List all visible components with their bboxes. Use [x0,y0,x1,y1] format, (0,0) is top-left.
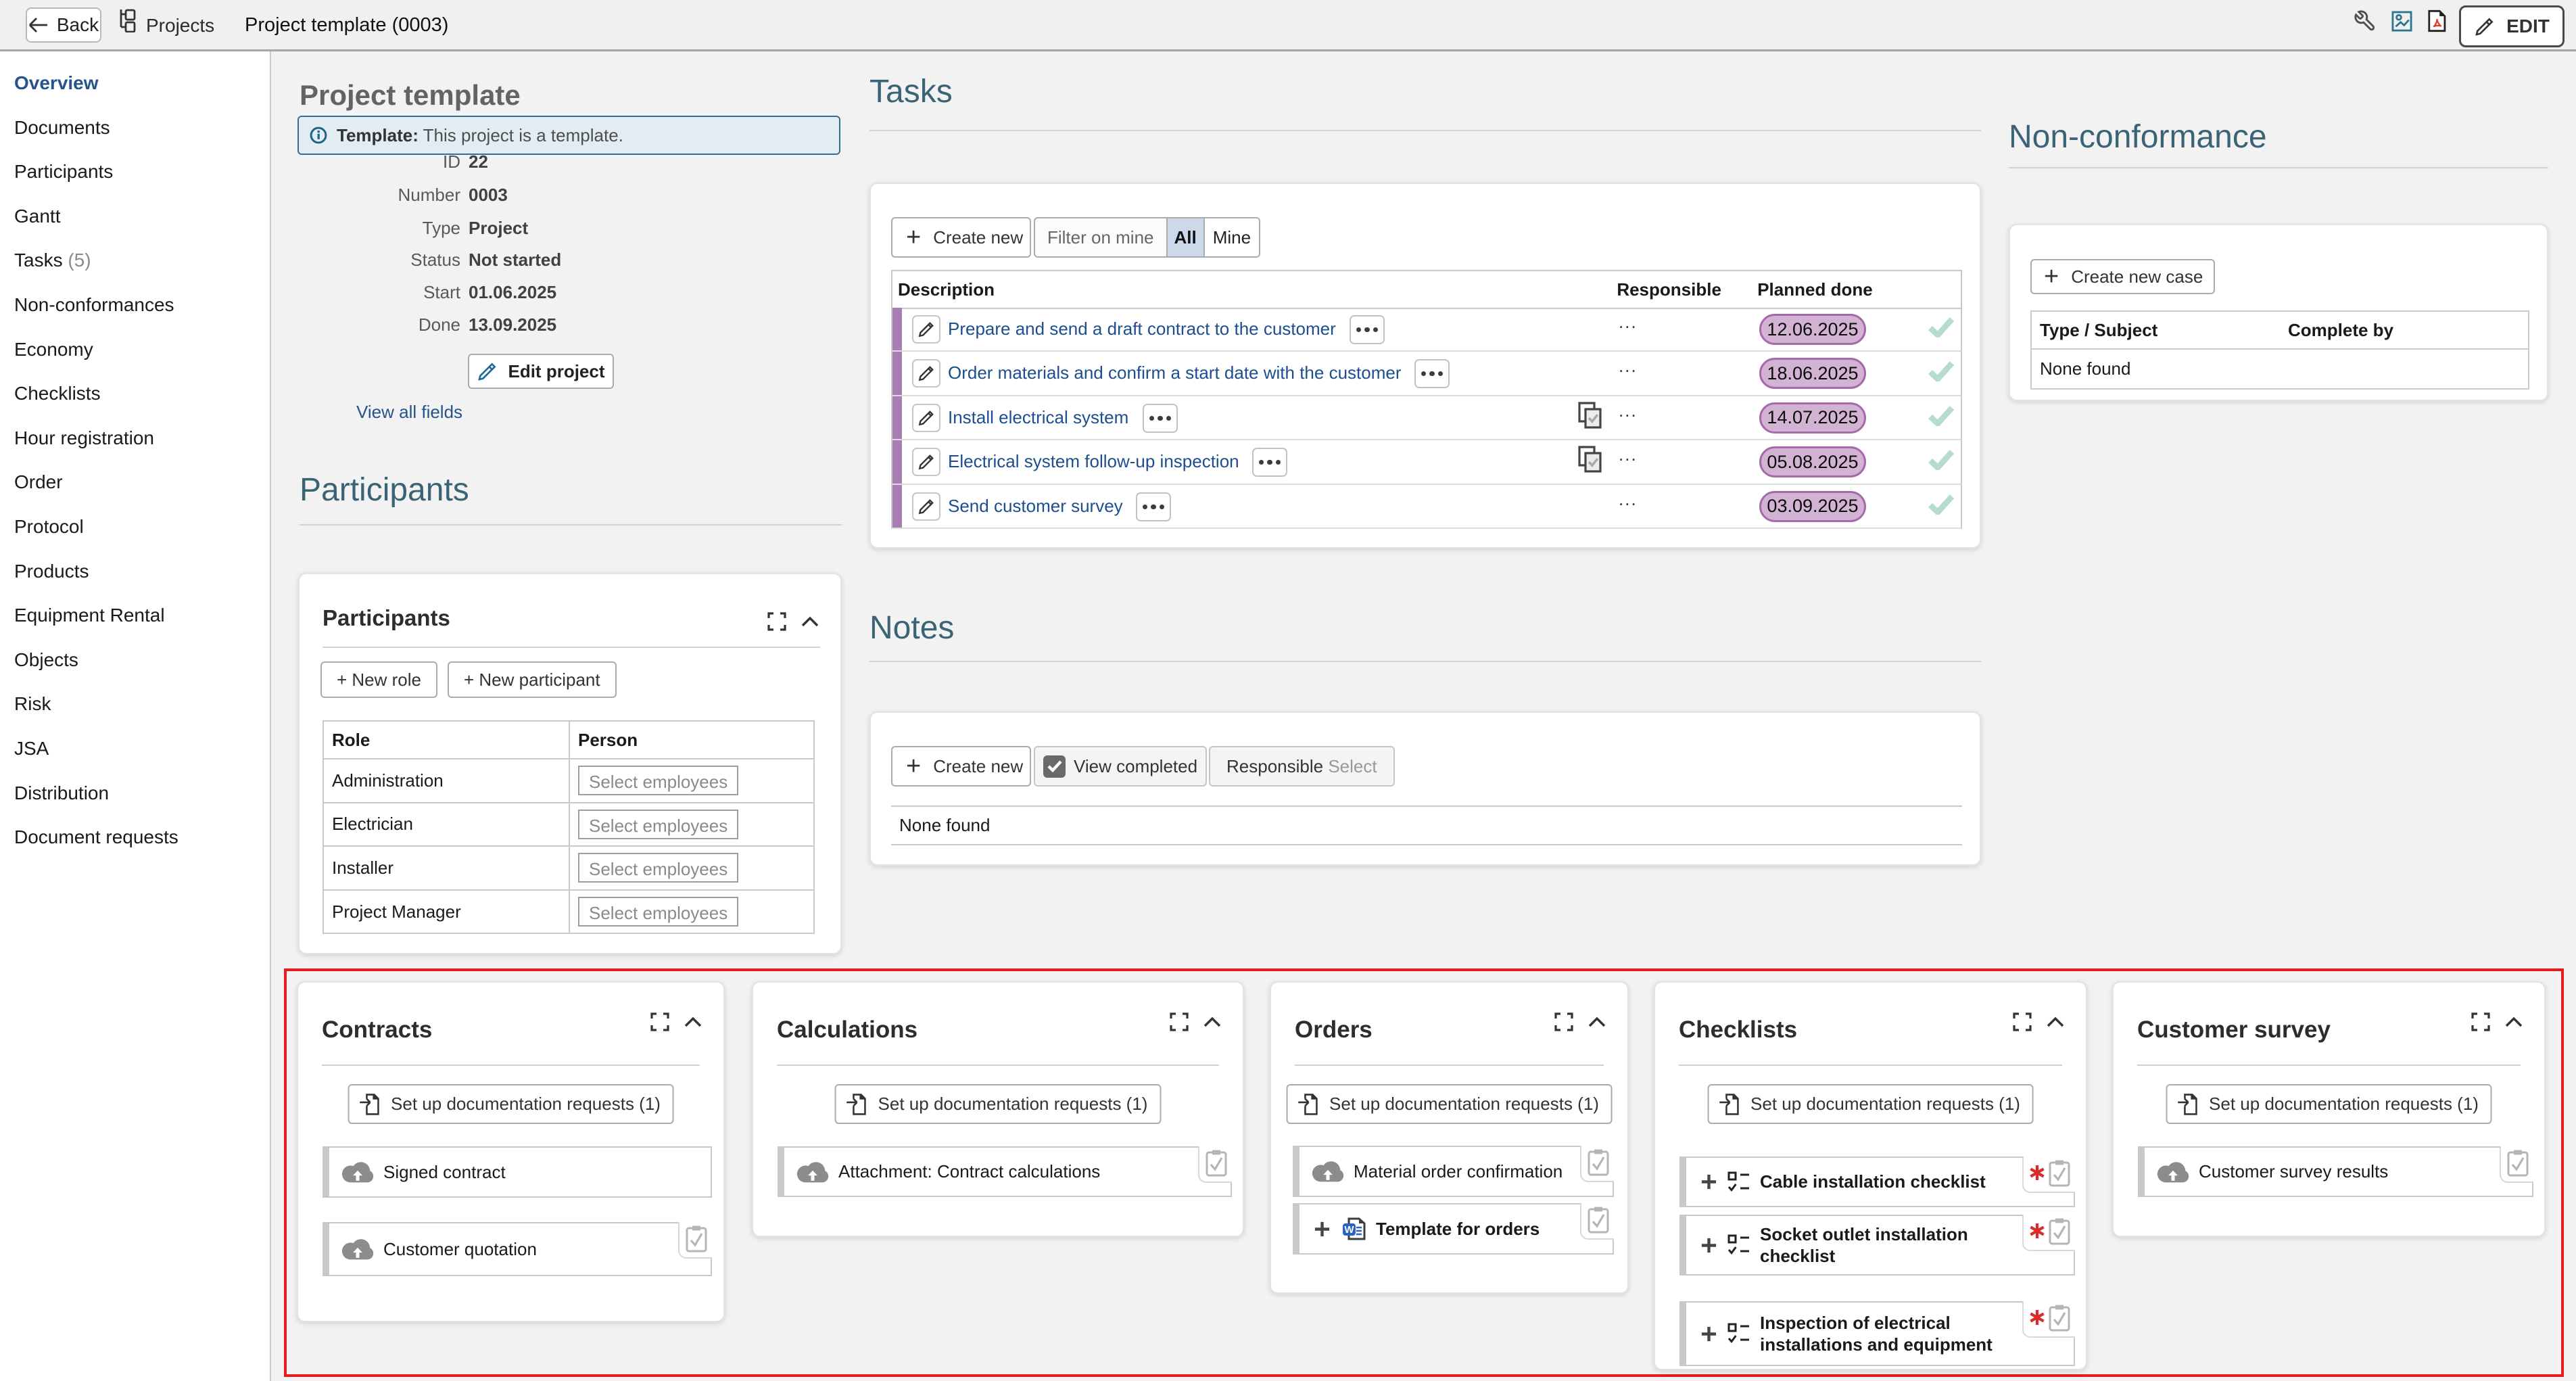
svg-text:W: W [1344,1224,1354,1236]
